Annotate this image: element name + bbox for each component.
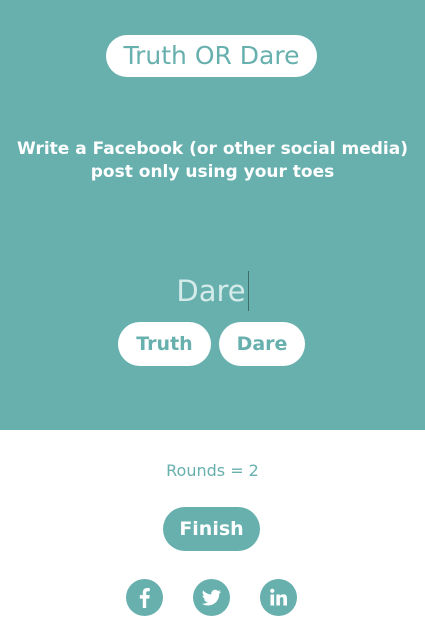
linkedin-icon <box>270 588 287 606</box>
truth-button[interactable]: Truth <box>118 322 211 366</box>
mode-display: Dare <box>0 271 425 311</box>
game-panel: Truth OR Dare Write a Facebook (or other… <box>0 0 425 430</box>
facebook-share-button[interactable] <box>126 579 163 616</box>
twitter-share-button[interactable] <box>193 579 230 616</box>
rounds-counter: Rounds = 2 <box>166 461 259 480</box>
app-title: Truth OR Dare <box>106 35 317 77</box>
twitter-icon <box>201 589 221 606</box>
challenge-prompt: Write a Facebook (or other social media)… <box>17 139 408 182</box>
dare-button[interactable]: Dare <box>219 322 305 366</box>
current-mode-text: Dare <box>176 271 249 311</box>
linkedin-share-button[interactable] <box>260 579 297 616</box>
facebook-icon <box>139 588 150 608</box>
finish-button[interactable]: Finish <box>163 507 260 551</box>
